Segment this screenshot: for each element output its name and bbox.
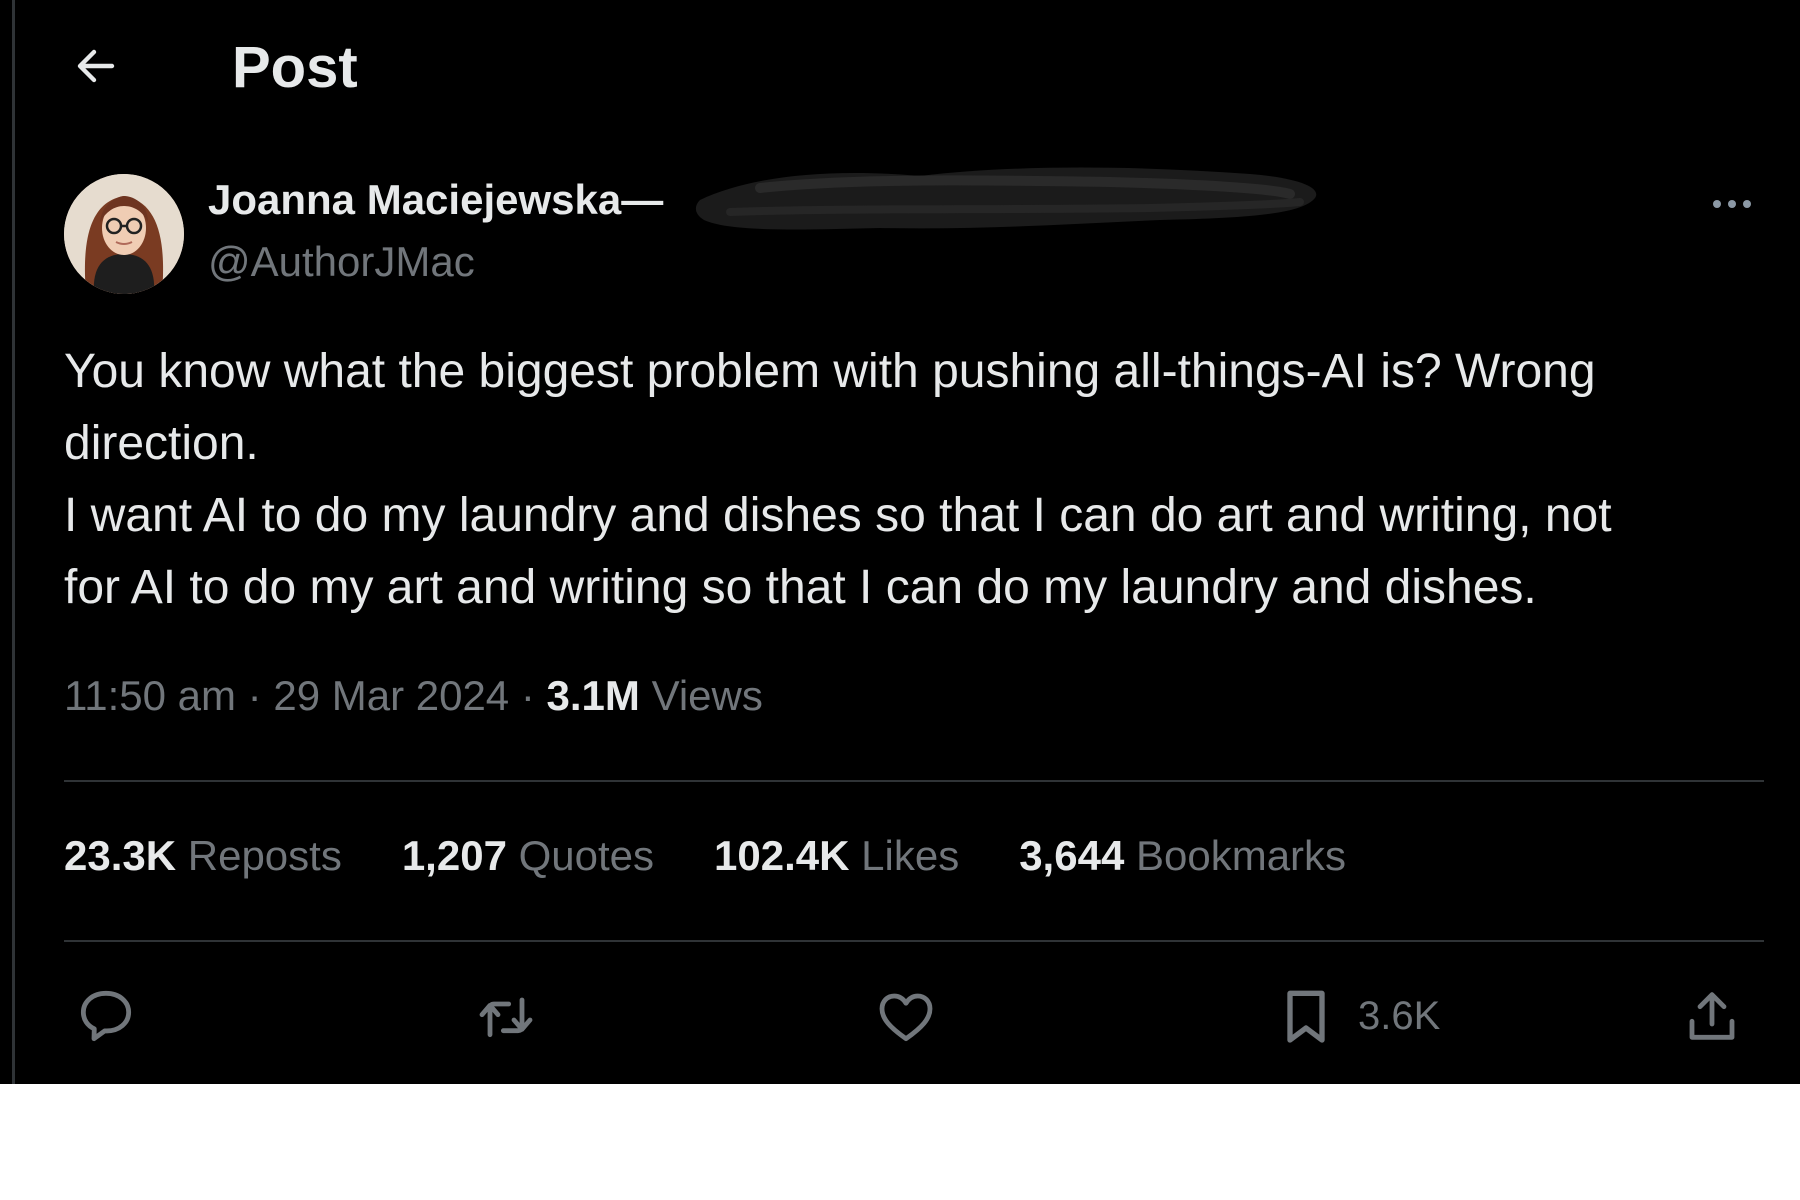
post-date[interactable]: 29 Mar 2024	[273, 672, 509, 719]
quotes-stat[interactable]: 1,207 Quotes	[402, 832, 654, 880]
more-dot	[1728, 200, 1736, 208]
repost-arrows-icon	[479, 997, 533, 1038]
likes-stat[interactable]: 102.4K Likes	[714, 832, 959, 880]
author-name[interactable]: Joanna Maciejewska—	[208, 176, 663, 224]
divider	[64, 780, 1764, 782]
reposts-stat[interactable]: 23.3K Reposts	[64, 832, 342, 880]
bookmarks-stat[interactable]: 3,644 Bookmarks	[1019, 832, 1346, 880]
views-label: Views	[651, 672, 763, 719]
bookmarks-count: 3,644	[1019, 832, 1125, 879]
more-horizontal-icon	[1713, 200, 1721, 208]
more-options-button[interactable]	[1700, 180, 1764, 228]
back-button[interactable]	[68, 38, 124, 94]
avatar-image	[64, 174, 184, 294]
share-button[interactable]	[1680, 976, 1744, 1056]
header: Post	[0, 20, 1800, 100]
post-text-line: for AI to do my art and writing so that …	[64, 561, 1537, 614]
reposts-label: Reposts	[187, 832, 342, 879]
share-upload-icon	[1689, 992, 1735, 1040]
speech-bubble-icon	[80, 990, 132, 1042]
quotes-count: 1,207	[401, 832, 507, 879]
engagement-stats: 23.3K Reposts 1,207 Quotes 102.4K Likes …	[64, 832, 1346, 880]
author-handle[interactable]: @AuthorJMac	[208, 238, 475, 286]
more-dot	[1743, 200, 1751, 208]
post-text-line: You know what the biggest problem with p…	[64, 345, 1596, 398]
divider	[64, 940, 1764, 942]
bookmark-button[interactable]: 3.6K	[1274, 976, 1440, 1056]
views-count: 3.1M	[546, 672, 640, 719]
meta-separator: ·	[247, 672, 262, 719]
post-meta: 11:50 am · 29 Mar 2024 · 3.1M Views	[64, 672, 763, 720]
column-border	[12, 0, 15, 1084]
arrow-left-icon	[77, 49, 115, 83]
quotes-label: Quotes	[518, 832, 655, 879]
reposts-count: 23.3K	[64, 832, 177, 879]
reply-button[interactable]	[74, 976, 138, 1056]
post-text-line: direction.	[64, 417, 259, 470]
bookmarks-label: Bookmarks	[1135, 832, 1347, 879]
action-bar: 3.6K	[64, 976, 1764, 1056]
post-time[interactable]: 11:50 am	[64, 672, 236, 719]
meta-separator: ·	[520, 672, 535, 719]
post-text: You know what the biggest problem with p…	[64, 336, 1764, 624]
heart-icon	[879, 993, 933, 1042]
likes-count: 102.4K	[714, 832, 850, 879]
redaction-scribble	[695, 167, 1317, 230]
post-screen: Post Joanna Maciejewska— @AuthorJMac You…	[0, 0, 1800, 1084]
bookmark-count: 3.6K	[1358, 993, 1441, 1038]
bookmark-icon	[1287, 990, 1325, 1043]
likes-label: Likes	[861, 832, 960, 879]
repost-button[interactable]	[474, 976, 538, 1056]
like-button[interactable]	[874, 976, 938, 1056]
post-text-line: I want AI to do my laundry and dishes so…	[64, 489, 1612, 542]
page-title: Post	[232, 35, 358, 100]
avatar[interactable]	[64, 174, 184, 294]
